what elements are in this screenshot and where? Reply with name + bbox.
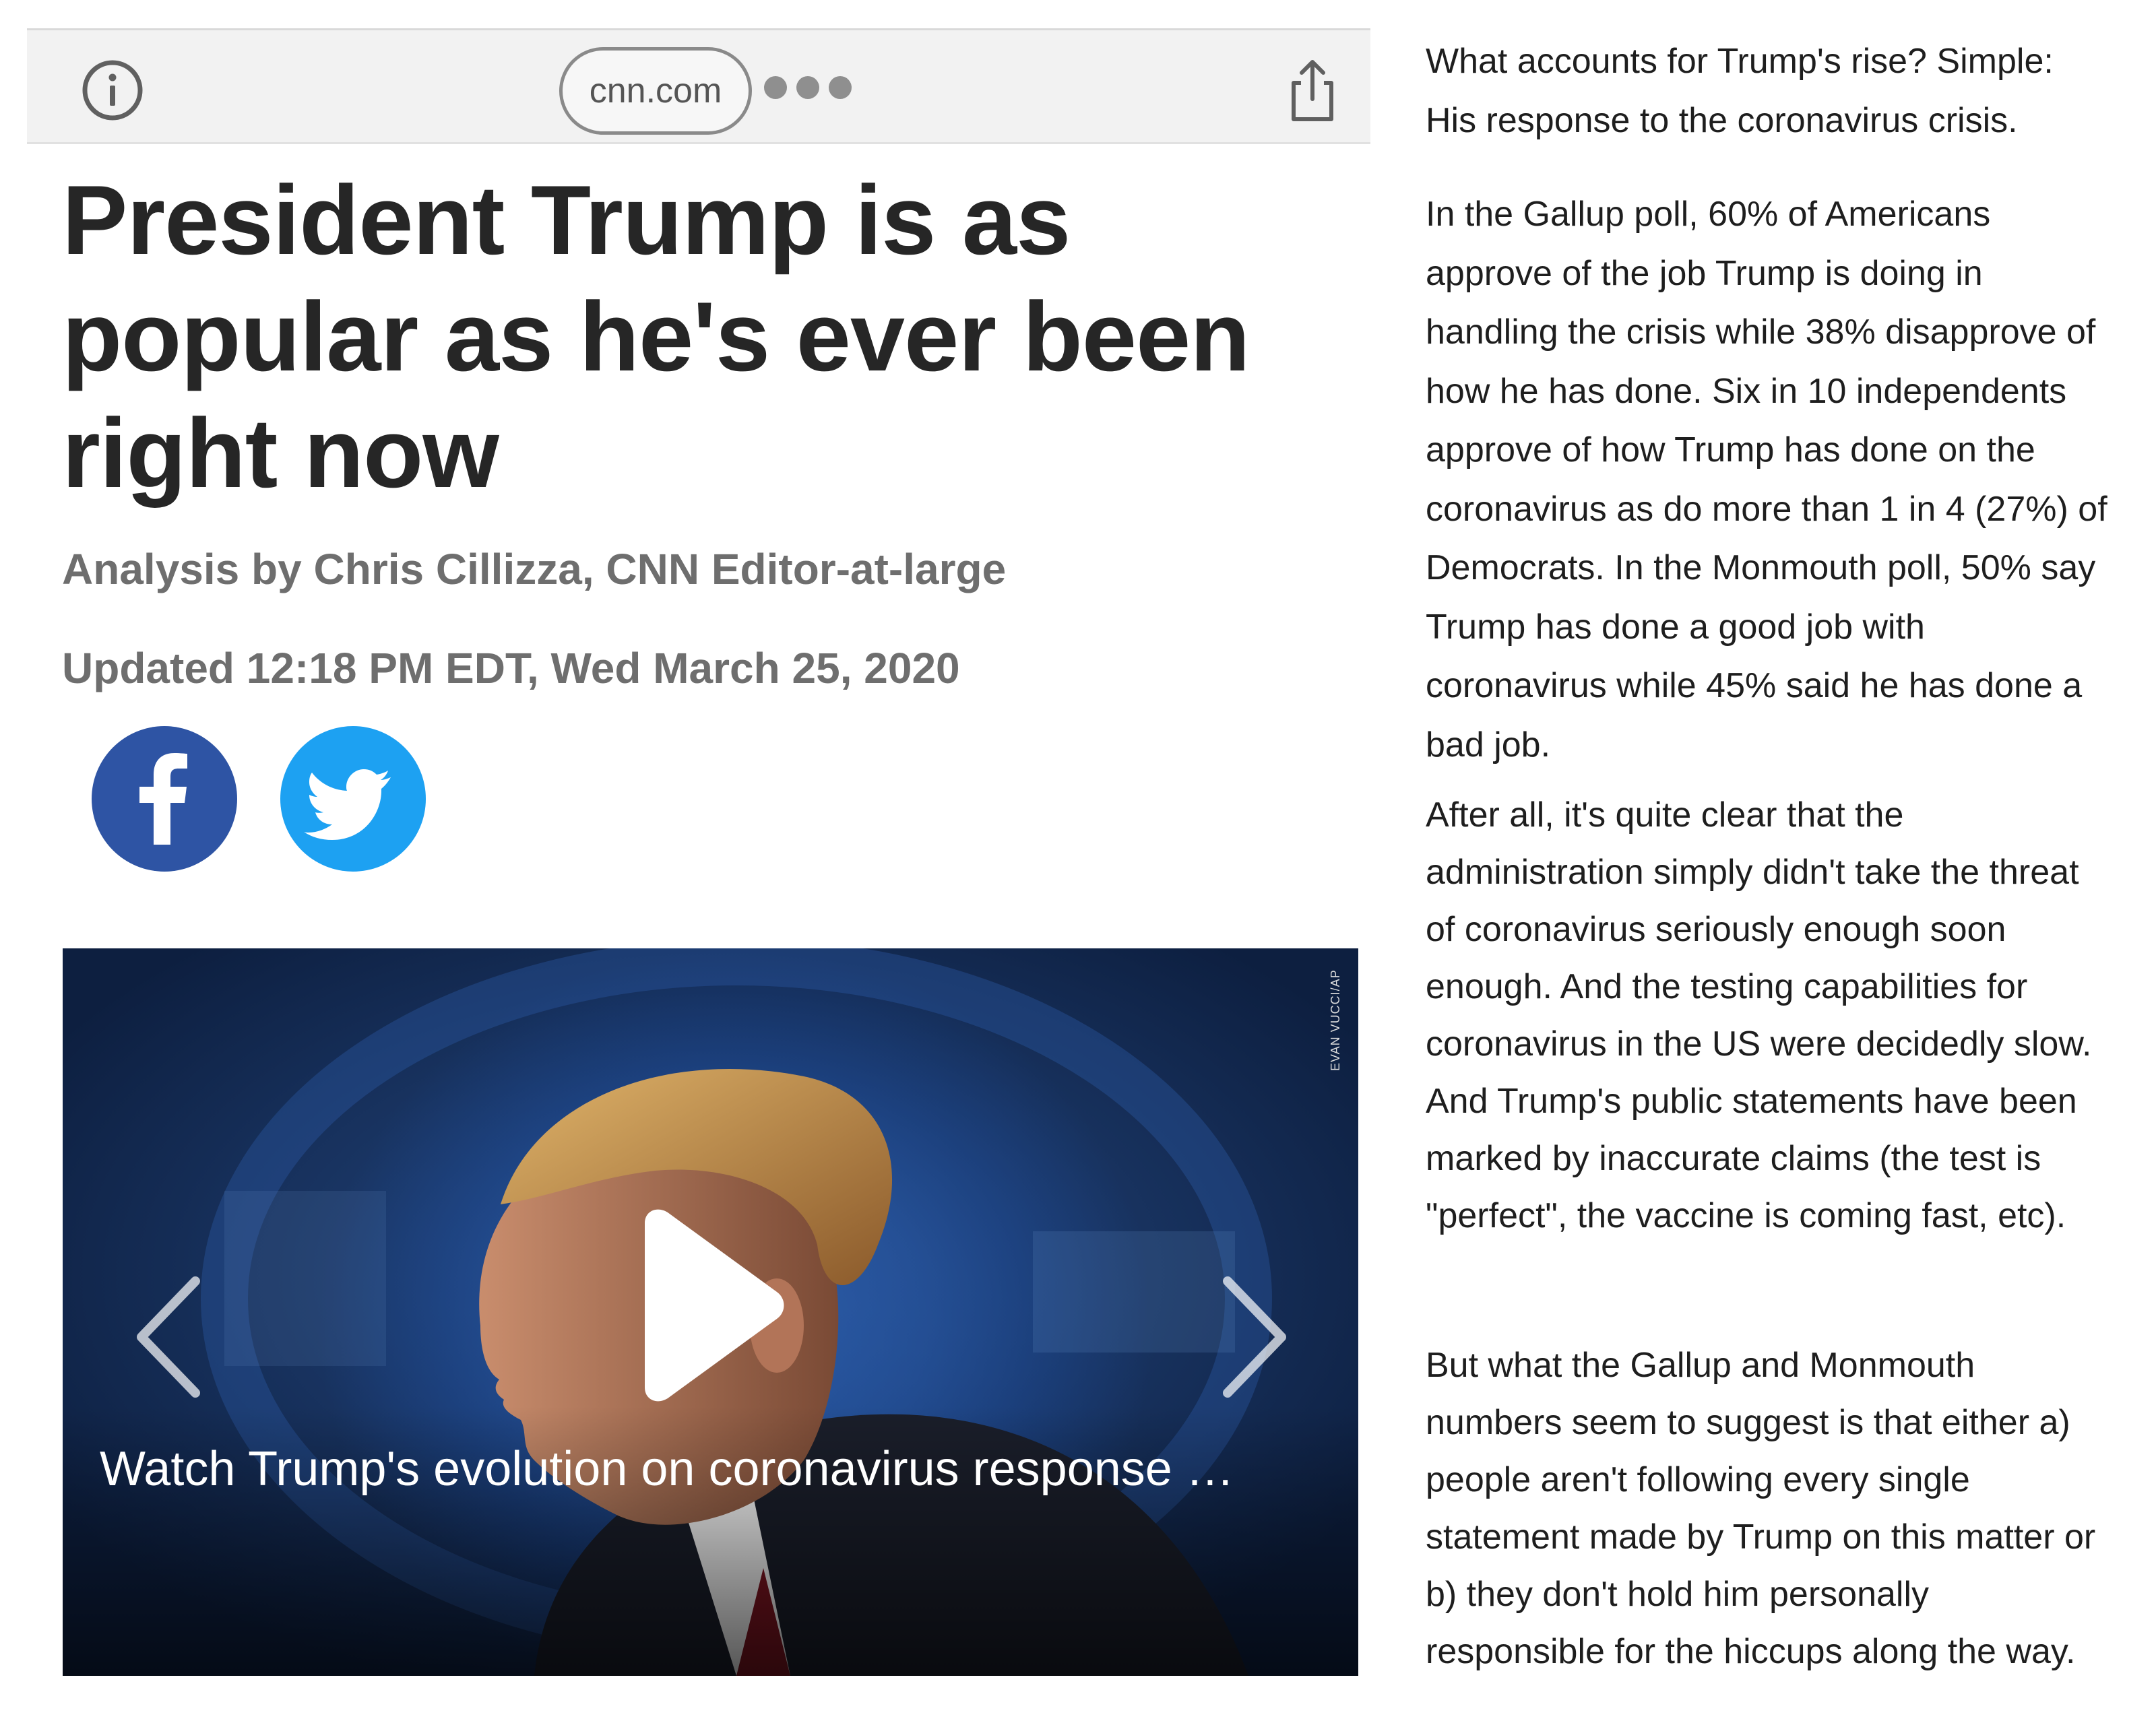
article-paragraph: After all, it's quite clear that the adm… [1426, 795, 2092, 1235]
facebook-share-button[interactable] [92, 726, 237, 872]
chevron-right-icon [1223, 1276, 1286, 1398]
twitter-icon [304, 769, 391, 840]
headline-line: President Trump is as [62, 165, 1071, 275]
updated-timestamp: Updated 12:18 PM EDT, Wed March 25, 2020 [62, 644, 960, 692]
article-headline: President Trump is as popular as he's ev… [62, 162, 1369, 511]
play-icon [645, 1209, 784, 1402]
next-video-button[interactable] [1214, 1273, 1295, 1401]
video-caption: Watch Trump's evolution on coronavirus r… [100, 1442, 1234, 1496]
share-icon[interactable] [1279, 57, 1346, 125]
twitter-share-button[interactable] [280, 726, 426, 872]
byline[interactable]: Analysis by Chris Cillizza, CNN Editor-a… [62, 544, 1006, 594]
headline-line: popular as he's ever been [62, 282, 1250, 391]
url-field[interactable]: cnn.com [559, 47, 752, 135]
play-button[interactable] [630, 1204, 792, 1406]
article-paragraph: In the Gallup poll, 60% of Americans app… [1426, 195, 2107, 764]
article-paragraph: But what the Gallup and Monmouth numbers… [1426, 1346, 2096, 1671]
browser-toolbar: cnn.com [27, 28, 1370, 144]
more-dots-icon[interactable] [764, 76, 852, 99]
headline-line: right now [62, 398, 499, 508]
previous-video-button[interactable] [128, 1273, 209, 1401]
article-paragraph: What accounts for Trump's rise? Simple: … [1426, 42, 2054, 140]
facebook-icon [139, 753, 187, 845]
chevron-left-icon [137, 1276, 200, 1398]
photo-credit: EVAN VUCCI/AP [1329, 969, 1342, 1072]
info-icon[interactable] [81, 59, 144, 122]
